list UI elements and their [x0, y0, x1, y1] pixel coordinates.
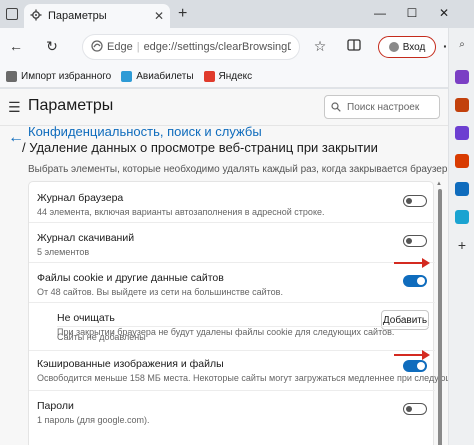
passwords-toggle[interactable] — [403, 403, 427, 415]
scrollbar[interactable] — [438, 189, 442, 445]
yandex-icon — [203, 71, 215, 82]
empty-sites-text: Сайты не добавлены — [57, 332, 146, 342]
briefcase-icon[interactable] — [455, 98, 469, 112]
reload-button[interactable]: ↻ — [44, 38, 60, 55]
navigation-bar: ← ↻ Edge | edge://settings/clearBrowsing… — [0, 28, 474, 66]
url-text: edge://settings/clearBrowsingDataOnCl... — [143, 41, 291, 53]
gear-icon — [30, 9, 42, 24]
search-icon — [331, 102, 341, 112]
favorite-aviabilety[interactable]: Авиабилеты — [121, 71, 194, 82]
favorite-import[interactable]: Импорт избранного — [6, 71, 111, 82]
search-settings-input[interactable]: Поиск настроек — [324, 95, 440, 119]
login-label: Вход — [402, 41, 426, 53]
page-title: Параметры — [28, 97, 114, 114]
clear-on-close-card: Журнал браузера 44 элемента, включая вар… — [28, 181, 448, 445]
item-title: Журнал скачиваний — [37, 232, 135, 244]
avatar-icon — [388, 42, 399, 52]
search-icon[interactable]: ⌕ — [455, 38, 469, 52]
item-subtitle: 1 пароль (для google.com). — [37, 415, 150, 425]
address-bar[interactable]: Edge | edge://settings/clearBrowsingData… — [82, 34, 300, 60]
page-description: Выбрать элементы, которые необходимо уда… — [28, 164, 448, 175]
scroll-up-icon[interactable]: ▲ — [436, 181, 442, 187]
item-title: Файлы cookie и другие данные сайтов — [37, 272, 224, 284]
download-history-toggle[interactable] — [403, 235, 427, 247]
item-subtitle: Освободится меньше 158 МБ места. Некотор… — [37, 373, 448, 383]
minimize-button[interactable]: — — [372, 6, 388, 20]
dont-clear-title: Не очищать — [57, 312, 115, 324]
list-item-cached-files: Кэшированные изображения и файлы Освобод… — [29, 350, 448, 390]
item-title: Пароли — [37, 400, 74, 412]
edge-sidebar: ⌕ + — [448, 28, 474, 445]
edge-label: Edge — [107, 41, 133, 53]
empty-sites-row: Сайты не добавлены — [29, 326, 435, 350]
drop-icon[interactable] — [455, 210, 469, 224]
favorite-label: Авиабилеты — [136, 71, 194, 82]
add-icon[interactable]: + — [455, 238, 469, 252]
new-tab-button[interactable]: + — [178, 5, 187, 23]
import-icon — [6, 71, 17, 82]
games-icon[interactable] — [455, 126, 469, 140]
office-icon[interactable] — [455, 154, 469, 168]
cached-files-toggle[interactable] — [403, 360, 427, 372]
breadcrumb-parent[interactable]: Конфиденциальность, поиск и службы — [28, 124, 262, 139]
edge-logo-icon — [91, 39, 103, 55]
back-button[interactable]: ← — [8, 38, 24, 54]
cookies-toggle[interactable] — [403, 275, 427, 287]
tab-title: Параметры — [48, 10, 107, 22]
favorite-label: Яндекс — [218, 71, 253, 82]
item-title: Журнал браузера — [37, 192, 124, 204]
list-item-browser-history: Журнал браузера 44 элемента, включая вар… — [29, 182, 435, 222]
list-item-passwords: Пароли 1 пароль (для google.com). — [29, 390, 435, 430]
browser-history-toggle[interactable] — [403, 195, 427, 207]
favorite-label: Импорт избранного — [21, 71, 112, 82]
close-tab-icon[interactable]: ✕ — [154, 9, 164, 23]
item-subtitle: 44 элемента, включая варианты автозаполн… — [37, 207, 325, 217]
tab-actions-icon[interactable] — [6, 8, 18, 20]
search-placeholder: Поиск настроек — [347, 101, 420, 113]
menu-icon[interactable]: ☰ — [8, 99, 21, 116]
close-window-button[interactable]: ✕ — [436, 6, 452, 20]
split-screen-icon[interactable] — [346, 38, 362, 55]
plane-icon — [121, 71, 133, 82]
settings-page: ☰ Параметры Поиск настроек ← Конфиденциа… — [0, 89, 448, 445]
address-separator: | — [136, 41, 140, 53]
maximize-button[interactable]: ☐ — [404, 6, 420, 20]
favorites-bar: Импорт избранного Авиабилеты Яндекс — [0, 66, 474, 88]
item-title: Кэшированные изображения и файлы — [37, 358, 224, 370]
list-item-download-history: Журнал скачиваний 5 элементов — [29, 222, 435, 262]
tab-settings[interactable]: Параметры ✕ — [24, 4, 170, 28]
tab-strip: Параметры ✕ + — ☐ ✕ — [0, 0, 474, 28]
item-subtitle: 5 элементов — [37, 247, 90, 257]
outlook-icon[interactable] — [455, 182, 469, 196]
favorite-yandex[interactable]: Яндекс — [203, 71, 253, 82]
annotation-arrow — [394, 258, 430, 268]
item-subtitle: От 48 сайтов. Вы выйдете из сети на боль… — [37, 287, 283, 297]
favorite-star-icon[interactable]: ☆ — [312, 38, 328, 55]
list-item-cookies: Файлы cookie и другие данные сайтов От 4… — [29, 262, 435, 302]
login-button[interactable]: Вход — [378, 36, 436, 58]
breadcrumb-current: / Удаление данных о просмотре веб-страни… — [22, 140, 378, 155]
tag-icon[interactable] — [455, 70, 469, 84]
annotation-arrow — [394, 350, 430, 360]
